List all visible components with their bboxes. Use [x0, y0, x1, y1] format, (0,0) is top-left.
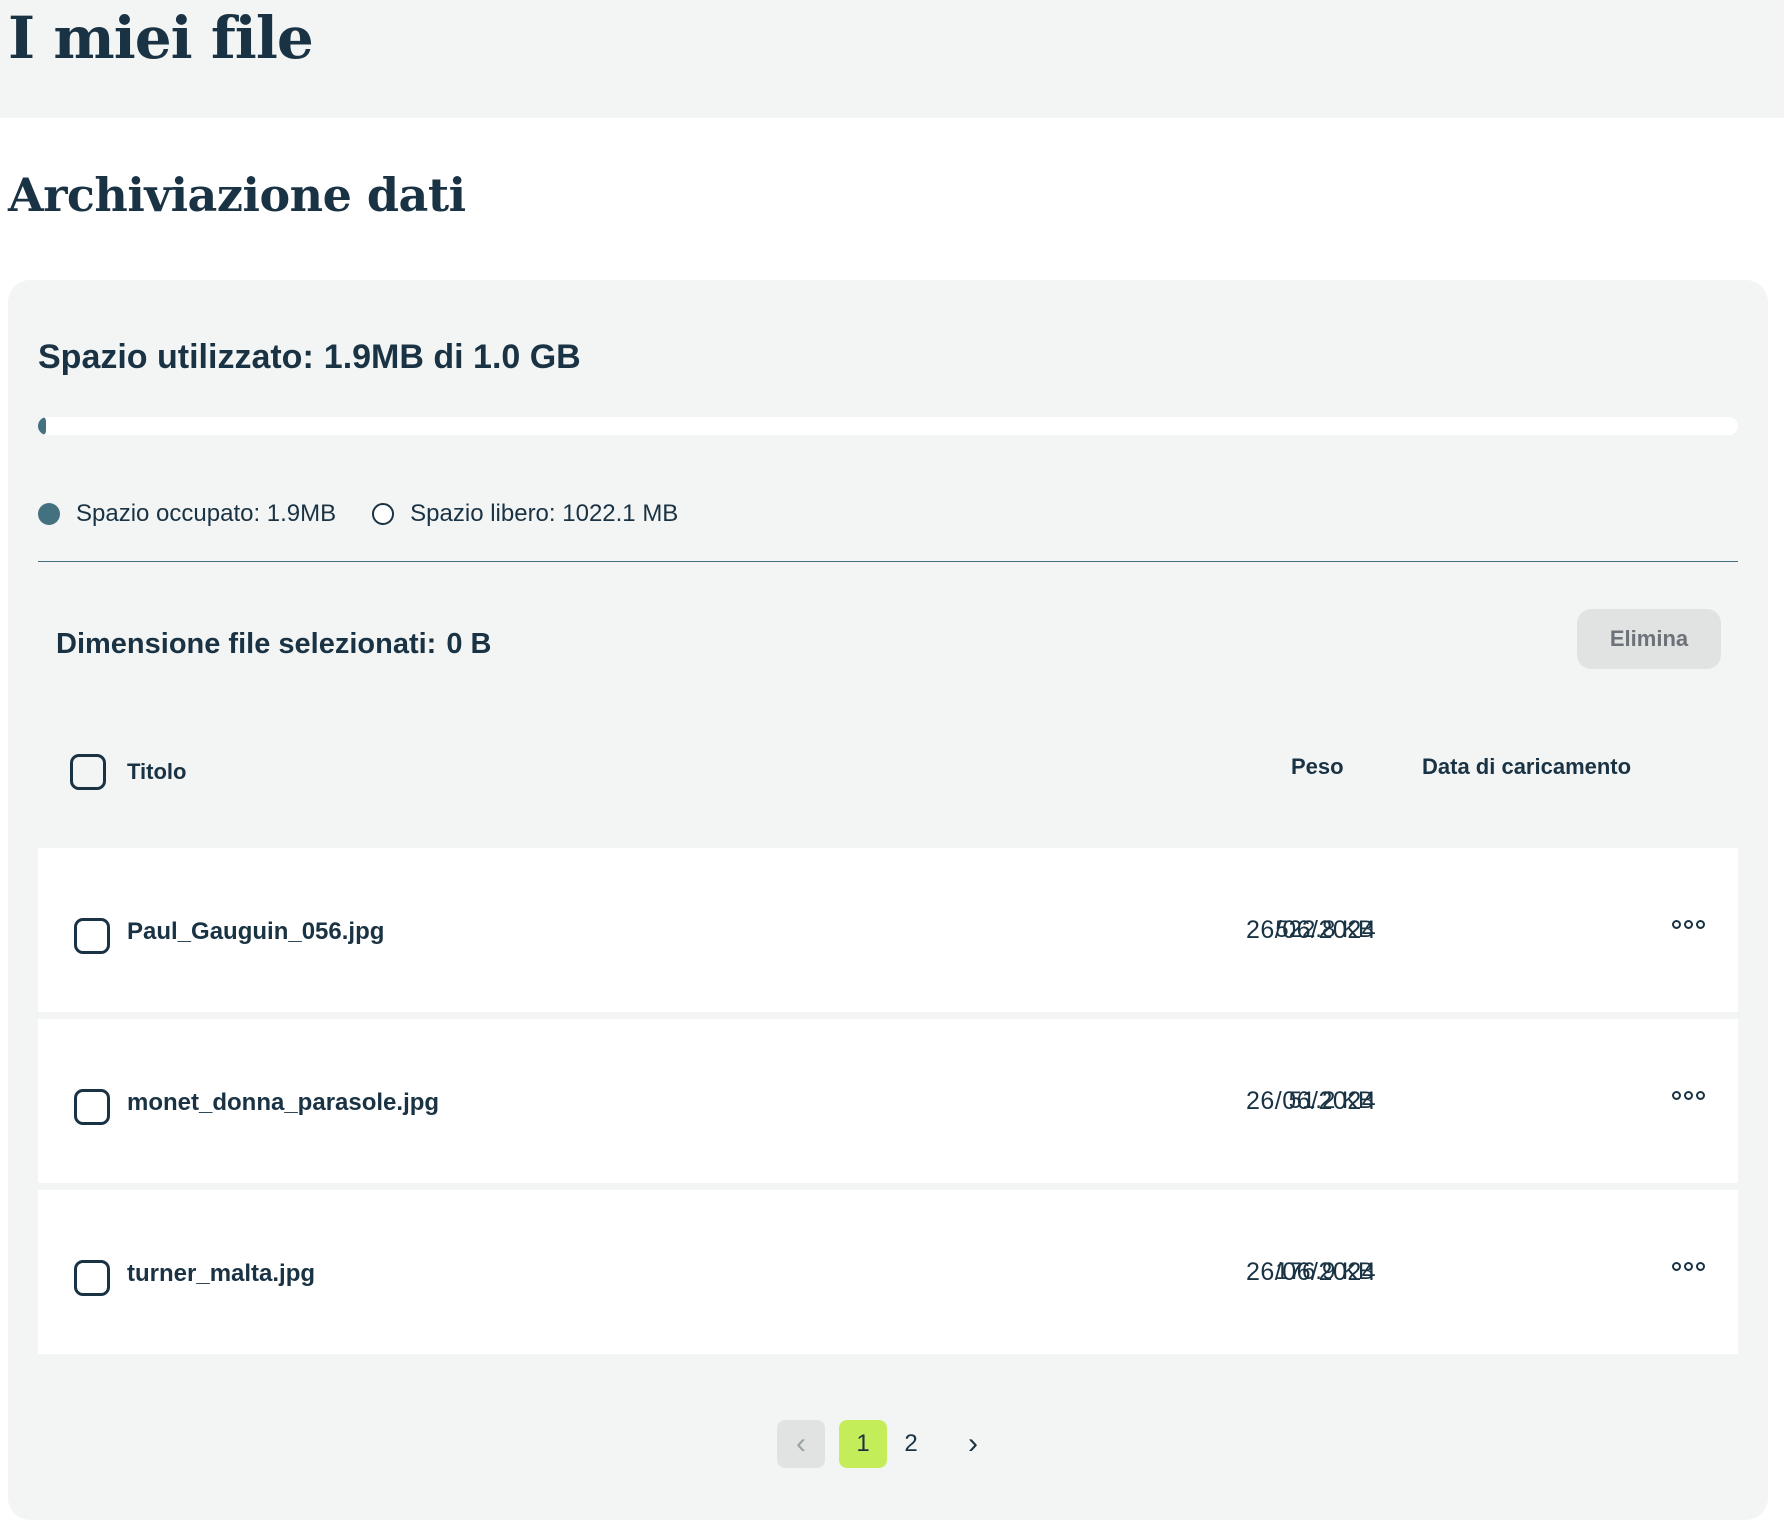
free-dot-icon [372, 503, 395, 525]
file-name: monet_donna_parasole.jpg [127, 1089, 440, 1116]
page-2-button[interactable]: 2 [887, 1420, 935, 1468]
page-title: I miei file [8, 4, 314, 72]
column-header-size: Peso [1291, 754, 1344, 779]
table-row: Paul_Gauguin_056.jpg 522.8 KB 26/06/2024 [38, 848, 1738, 1012]
usage-label: Spazio utilizzato: [38, 338, 314, 376]
storage-card: Spazio utilizzato: 1.9MB di 1.0 GB Spazio… [8, 280, 1768, 1520]
more-options-icon[interactable] [1672, 1262, 1705, 1271]
selected-size-label: Dimensione file selezionati: [56, 628, 437, 660]
column-header-title: Titolo [127, 759, 187, 784]
row-checkbox[interactable] [74, 918, 110, 954]
row-checkbox[interactable] [74, 1260, 110, 1296]
row-checkbox[interactable] [74, 1089, 110, 1125]
section-title: Archiviazione dati [8, 168, 466, 222]
file-date: 26/06/2024 [1246, 1087, 1377, 1115]
file-name: Paul_Gauguin_056.jpg [127, 918, 385, 945]
usage-value: 1.9MB di 1.0 GB [323, 338, 581, 376]
storage-progress-bar [38, 417, 1738, 435]
divider [38, 561, 1738, 562]
chevron-right-icon[interactable]: › [949, 1420, 997, 1468]
top-header: I miei file [0, 0, 1784, 118]
legend-used-label: Spazio occupato: 1.9MB [76, 500, 337, 527]
page-1-button[interactable]: 1 [839, 1420, 887, 1468]
file-name: turner_malta.jpg [127, 1260, 316, 1287]
storage-progress-fill [38, 417, 46, 435]
used-dot-icon [38, 503, 60, 525]
table-row: monet_donna_parasole.jpg 51.2 KB 26/06/2… [38, 1019, 1738, 1183]
legend-used: Spazio occupato: 1.9MB [38, 500, 336, 528]
more-options-icon[interactable] [1672, 1091, 1705, 1100]
chevron-left-icon[interactable]: ‹ [777, 1420, 825, 1468]
file-date: 26/06/2024 [1246, 1258, 1377, 1286]
storage-legend: Spazio occupato: 1.9MB Spazio libero: 10… [38, 500, 714, 528]
column-header-date: Data di caricamento [1422, 754, 1632, 779]
selected-size: Dimensione file selezionati: 0 B [56, 628, 491, 661]
table-row: turner_malta.jpg 176.9 KB 26/06/2024 [38, 1190, 1738, 1354]
selected-size-value: 0 B [446, 628, 492, 660]
delete-button[interactable]: Elimina [1577, 609, 1721, 669]
file-date: 26/06/2024 [1246, 916, 1377, 944]
legend-free: Spazio libero: 1022.1 MB [372, 500, 678, 528]
legend-free-label: Spazio libero: 1022.1 MB [410, 500, 679, 527]
usage-heading: Spazio utilizzato: 1.9MB di 1.0 GB [38, 338, 581, 377]
more-options-icon[interactable] [1672, 920, 1705, 929]
select-all-checkbox[interactable] [70, 754, 106, 790]
pagination: ‹ 1 2 › [777, 1420, 997, 1468]
